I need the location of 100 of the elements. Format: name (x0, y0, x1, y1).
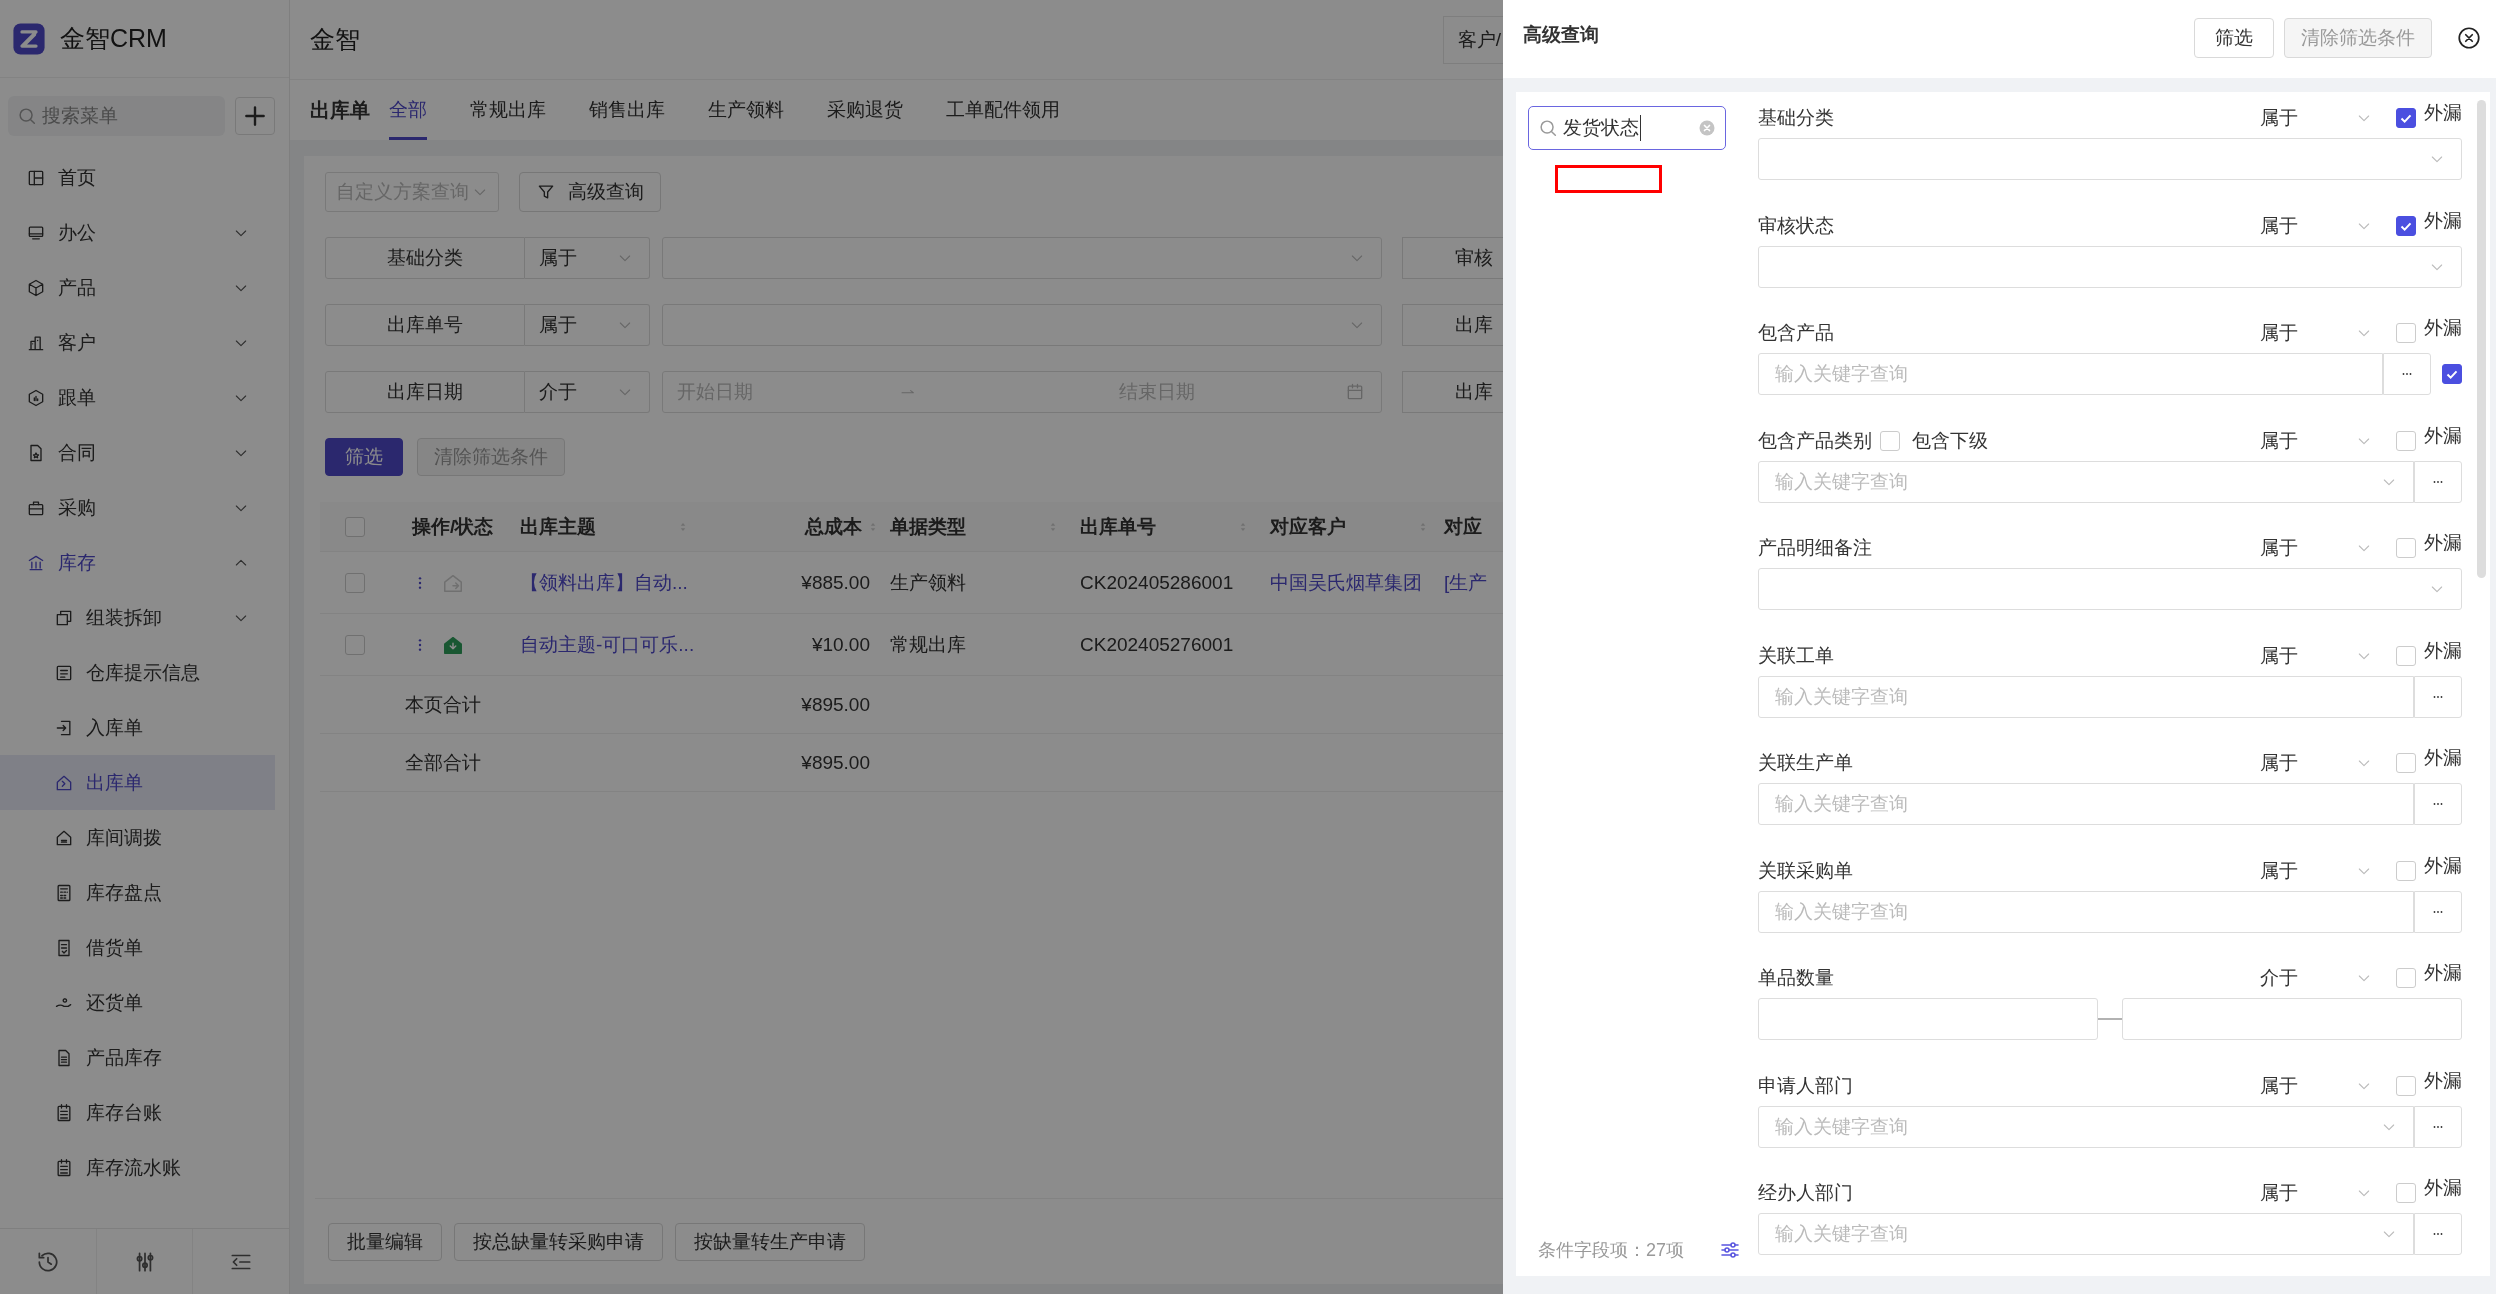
menu-item[interactable]: 还货单 (0, 975, 275, 1030)
tab[interactable]: 工单配件领用 (946, 80, 1060, 140)
table-cell-text: 生产领料 (890, 570, 966, 595)
tab[interactable]: 销售出库 (589, 80, 665, 140)
tab[interactable]: 全部 (389, 80, 427, 140)
checkbox-label: 外漏 (2424, 316, 2462, 340)
close-icon[interactable] (2456, 25, 2482, 51)
checkbox[interactable] (2396, 108, 2416, 128)
table-cell: ¥895.00 (801, 751, 870, 774)
menu-item[interactable]: 库存流水账 (0, 1140, 275, 1195)
field-label: 关联生产单 (1758, 751, 1853, 775)
drawer-title: 高级查询 (1523, 23, 1600, 47)
menu-item[interactable]: 产品库存 (0, 1030, 275, 1085)
field-count: 条件字段项：27项 (1538, 1239, 1685, 1262)
operator-select[interactable]: 属于 (525, 304, 650, 346)
clear-icon[interactable] (1697, 118, 1717, 138)
menu-item[interactable]: 库存 (0, 535, 275, 590)
filter-button[interactable]: 筛选 (325, 438, 403, 476)
table-cell: ¥10.00 (811, 633, 870, 656)
menu-item[interactable]: 采购 (0, 480, 275, 535)
action-button[interactable]: 按总缺量转采购申请 (454, 1222, 663, 1261)
calendar-icon (1345, 382, 1365, 402)
search-field[interactable]: 发货状态 (1528, 106, 1726, 150)
action-button[interactable]: 批量编辑 (328, 1222, 442, 1261)
more-button[interactable] (2414, 675, 2462, 718)
add-button[interactable] (235, 97, 275, 135)
checkbox-label: 外漏 (2424, 961, 2462, 985)
column-header: 单据类型 (890, 514, 966, 539)
column-header: 对应客户 (1270, 514, 1346, 539)
table-cell: ¥895.00 (801, 693, 870, 716)
operator-select[interactable]: 介于 (525, 371, 650, 413)
operator-select[interactable]: 属于 (2260, 427, 2372, 454)
input-field[interactable] (2122, 998, 2462, 1040)
menu-item[interactable]: 合同 (0, 425, 275, 480)
operator-select[interactable]: 属于 (2260, 105, 2372, 131)
operator-select[interactable]: 属于 (2260, 857, 2372, 884)
field-label: 关联工单 (1758, 643, 1834, 668)
operator-select[interactable]: 属于 (2260, 535, 2372, 561)
input-field[interactable] (1758, 998, 2098, 1040)
more-button[interactable] (2383, 353, 2431, 395)
more-button[interactable] (2414, 1213, 2462, 1255)
more-button[interactable] (2414, 890, 2462, 933)
select-field[interactable] (662, 237, 1382, 279)
table-link[interactable]: 自动主题-可口可乐... (520, 631, 695, 658)
tab[interactable]: 生产领料 (708, 80, 784, 140)
operator-select[interactable]: 属于 (2260, 320, 2372, 346)
field-label: 产品明细备注 (1758, 536, 1872, 560)
operator-select[interactable]: 属于 (2260, 1180, 2372, 1206)
select-field[interactable] (1758, 568, 2462, 610)
checkbox[interactable] (2396, 215, 2416, 236)
menu-item[interactable]: 产品 (0, 260, 275, 315)
menu-item[interactable]: 借货单 (0, 920, 275, 975)
select-field[interactable] (1758, 138, 2462, 180)
advanced-search-button[interactable]: 高级查询 (519, 172, 661, 212)
tab[interactable]: 常规出库 (470, 80, 546, 140)
menu-item[interactable]: 办公 (0, 205, 275, 260)
table-link[interactable]: 【领料出库】自动... (520, 569, 688, 596)
filter-button[interactable]: 筛选 (2194, 18, 2274, 58)
app-name: 金智CRM (60, 23, 167, 54)
operator-select[interactable]: 属于 (525, 237, 650, 279)
more-button[interactable] (2414, 1105, 2462, 1148)
table-cell: CK202405276001 (1080, 633, 1234, 656)
checkbox-label: 外漏 (2424, 746, 2462, 770)
page-title: 出库单 (310, 97, 370, 123)
menu-item[interactable]: 客户 (0, 315, 275, 370)
menu-item[interactable]: 入库单 (0, 700, 275, 755)
menu-item[interactable]: 库间调拨 (0, 810, 275, 865)
search-icon (16, 105, 38, 127)
checkbox-label: 外漏 (2424, 1068, 2462, 1093)
menu-item[interactable]: 库存盘点 (0, 865, 275, 920)
operator-select[interactable]: 属于 (2260, 642, 2372, 669)
field-label: 基础分类 (1758, 106, 1834, 130)
operator-select[interactable]: 属于 (2260, 750, 2372, 776)
tab[interactable]: 采购退货 (827, 80, 903, 140)
filter-label: 出库日期 (325, 371, 525, 413)
select-field[interactable] (662, 304, 1382, 346)
table-link[interactable]: [生产 (1444, 569, 1488, 596)
checkbox[interactable] (2442, 364, 2462, 384)
column-header: 总成本 (805, 514, 862, 539)
menu-item[interactable]: 首页 (0, 150, 275, 205)
scrollbar[interactable] (2477, 100, 2486, 578)
select-field[interactable] (1758, 245, 2462, 288)
more-button[interactable] (2414, 783, 2462, 825)
menu-item[interactable]: 出库单 (0, 755, 275, 810)
menu-item[interactable]: 组装拆卸 (0, 590, 275, 645)
cube-icon (26, 277, 46, 298)
checkbox-label: 包含下级 (1912, 428, 1988, 453)
checkbox-label: 外漏 (2424, 208, 2462, 233)
more-button[interactable] (2414, 460, 2462, 503)
operator-select[interactable]: 属于 (2260, 1072, 2372, 1099)
table-link[interactable]: 中国吴氏烟草集团 (1270, 569, 1422, 596)
action-button[interactable]: 按缺量转生产申请 (675, 1222, 865, 1261)
menu-item[interactable]: 仓库提示信息 (0, 645, 275, 700)
column-header: 出库主题 (520, 514, 596, 539)
menu-item[interactable]: 库存台账 (0, 1085, 275, 1140)
field-label: 经办人部门 (1758, 1181, 1853, 1205)
page-heading: 金智 (310, 24, 361, 55)
menu-item[interactable]: 跟单 (0, 370, 275, 425)
operator-select[interactable]: 属于 (2260, 212, 2372, 239)
operator-select[interactable]: 介于 (2260, 965, 2372, 991)
